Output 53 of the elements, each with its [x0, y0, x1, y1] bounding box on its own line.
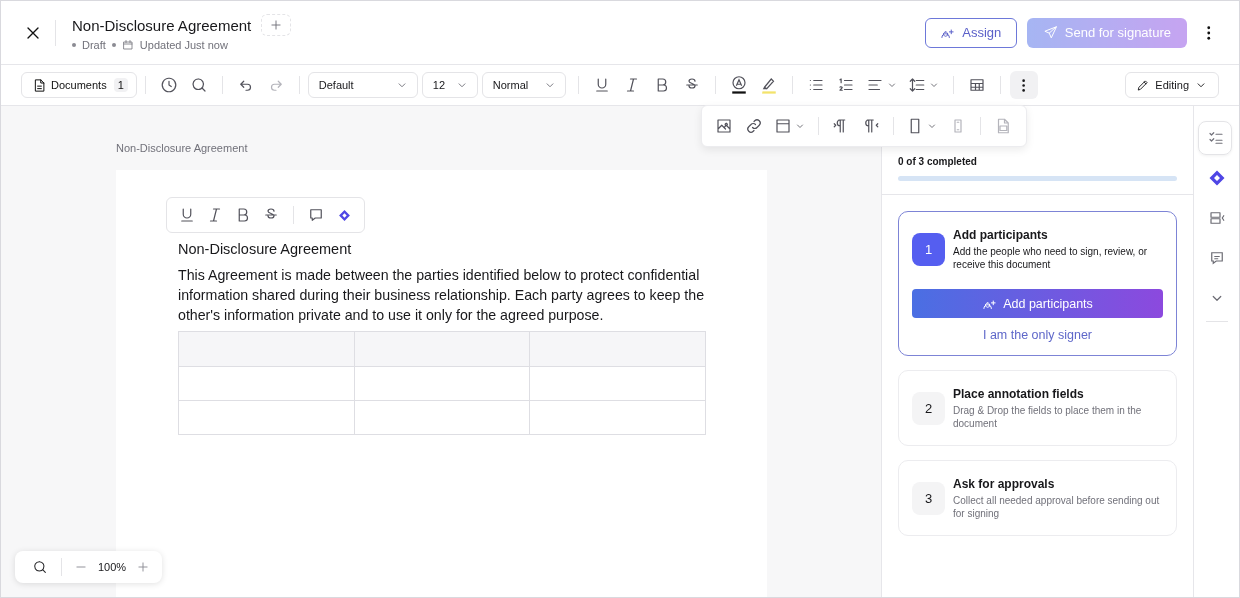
checklist-icon [1206, 129, 1225, 147]
assign-button[interactable]: Assign [924, 17, 1017, 48]
send-icon [1042, 25, 1058, 40]
step-description: Drag & Drop the fields to place them in the document [953, 404, 1143, 430]
comment-icon [307, 206, 325, 224]
page-label: Non-Disclosure Agreement [116, 142, 249, 154]
document-paragraph: This Agreement is made between the parties identified below to protect confidential information shared during their business relationship. Each party agrees to keep the other's information private and to use it only for the agreed purpose. [178, 266, 705, 325]
document-heading: Non-Disclosure Agreement [178, 241, 353, 257]
more-icon [1207, 25, 1211, 40]
more-button[interactable] [1009, 71, 1038, 99]
pencil-icon [1136, 78, 1151, 92]
documents-button[interactable]: Documents 1 [21, 72, 137, 98]
checklist-tab[interactable] [1197, 121, 1232, 155]
diamond-icon [337, 208, 351, 222]
step-description: Add the people who need to sign, review, or receive this document [953, 245, 1149, 271]
editing-button[interactable]: Editing [1125, 72, 1219, 98]
table-icon [967, 76, 986, 94]
search-icon [32, 559, 48, 575]
only-signer-link[interactable]: I am the only signer [912, 328, 1163, 342]
font-select[interactable]: Default [307, 72, 418, 98]
style-select[interactable]: Normal [481, 72, 566, 98]
size-select[interactable]: 12 [421, 72, 478, 98]
numbered-list-icon [836, 76, 855, 94]
updated-text: Updated Just now [139, 39, 228, 51]
step-number: 2 [912, 392, 945, 425]
plus-icon [136, 560, 151, 574]
fields-icon [1207, 209, 1226, 227]
link-icon [745, 117, 763, 135]
search-icon [189, 76, 208, 94]
layout-icon [774, 117, 792, 135]
step-number: 3 [912, 482, 945, 515]
underline-icon [178, 206, 196, 224]
step-title: Ask for approvals [953, 477, 1056, 491]
calendar-icon [121, 39, 134, 51]
plus-icon [269, 18, 284, 32]
add-participants-button[interactable]: Add participants [912, 289, 1163, 318]
step-title: Place annotation fields [953, 387, 1085, 401]
step-number: 1 [912, 233, 945, 266]
step-title: Add participants [953, 228, 1049, 242]
status-text: Draft [82, 39, 106, 51]
highlight-icon [759, 75, 778, 95]
document-title: Non-Disclosure Agreement [72, 16, 252, 34]
history-icon [159, 76, 178, 94]
text-color-icon [729, 75, 748, 95]
right-to-left-icon [862, 117, 880, 135]
diamond-icon [1207, 169, 1226, 187]
step-description: Collect all needed approval before sending out for signing [953, 494, 1161, 520]
image-icon [715, 117, 733, 135]
more-icon [1022, 78, 1026, 92]
line-spacing-icon [907, 76, 926, 94]
document-icon [32, 77, 47, 93]
zoom-level: 100% [98, 561, 127, 573]
progress-text: 0 of 3 completed [898, 156, 978, 167]
